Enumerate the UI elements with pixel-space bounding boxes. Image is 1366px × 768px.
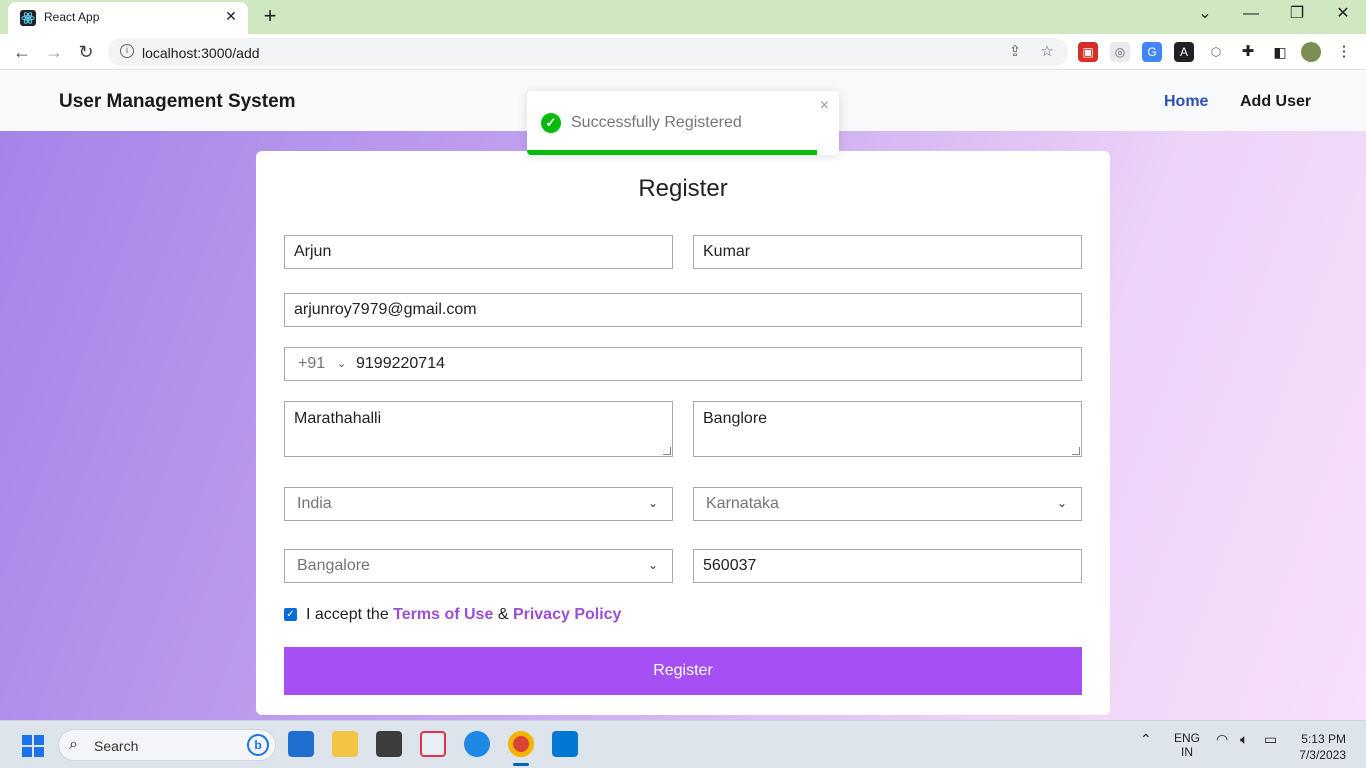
nav-link-home[interactable]: Home <box>1164 93 1208 111</box>
shield-icon[interactable]: ⬡ <box>1206 42 1226 62</box>
toast-progress-bar <box>527 150 818 155</box>
minimize-icon[interactable]: — <box>1236 4 1266 24</box>
clock[interactable]: 5:13 PM 7/3/2023 <box>1294 731 1346 763</box>
phone-input[interactable]: +91 ⌄ 9199220714 <box>284 347 1082 381</box>
register-button[interactable]: Register <box>284 647 1082 695</box>
chevron-down-icon[interactable]: ⌄ <box>337 348 346 380</box>
back-icon[interactable]: ← <box>10 40 34 64</box>
new-tab-icon[interactable]: + <box>258 4 282 28</box>
terms-label: I accept the Terms of Use & Privacy Poli… <box>306 606 621 624</box>
state-select[interactable]: Karnataka ⌄ <box>693 487 1082 521</box>
extension-icon[interactable]: ▣ <box>1078 42 1098 62</box>
resize-handle-icon[interactable] <box>1072 447 1080 455</box>
app-brand[interactable]: User Management System <box>59 91 296 113</box>
chevron-down-icon: ⌄ <box>1056 496 1068 510</box>
browser-toolbar: ← → ↻ i localhost:3000/add ⇪ ☆ ▣ ◎ G A ⬡… <box>0 34 1366 70</box>
language-indicator[interactable]: ENG IN <box>1174 731 1200 759</box>
translate-icon[interactable]: G <box>1142 42 1162 62</box>
region-code: IN <box>1181 745 1193 759</box>
puzzle-icon[interactable]: ✚ <box>1238 42 1258 62</box>
terms-checkbox[interactable]: ✓ <box>284 608 297 621</box>
state-value: Karnataka <box>706 495 779 512</box>
reload-icon[interactable]: ↻ <box>74 40 98 64</box>
success-toast: ✓ Successfully Registered × <box>527 91 839 155</box>
battery-icon[interactable]: ▭ <box>1264 731 1277 748</box>
browser-tab[interactable]: React App ✕ <box>8 2 248 34</box>
side-panel-icon[interactable]: ◧ <box>1270 42 1290 62</box>
city-select[interactable]: Bangalore ⌄ <box>284 549 673 583</box>
last-name-input[interactable]: Kumar <box>693 235 1082 269</box>
toast-close-icon[interactable]: × <box>820 97 829 115</box>
chevron-down-icon: ⌄ <box>647 558 659 572</box>
phone-number: 9199220714 <box>356 355 445 372</box>
form-title: Register <box>638 175 728 202</box>
language-code: ENG <box>1174 731 1201 745</box>
sublime-text-icon[interactable] <box>376 731 402 757</box>
resize-handle-icon[interactable] <box>663 447 671 455</box>
tray-chevron-up-icon[interactable]: ⌃ <box>1140 731 1152 748</box>
active-app-indicator <box>513 763 529 766</box>
angular-icon[interactable]: A <box>1174 42 1194 62</box>
pincode-input[interactable]: 560037 <box>693 549 1082 583</box>
forward-icon[interactable]: → <box>42 40 66 64</box>
search-icon: ⌕ <box>69 736 78 753</box>
first-name-input[interactable]: Arjun <box>284 235 673 269</box>
address-textarea[interactable]: Marathahalli <box>284 401 673 457</box>
clock-date: 7/3/2023 <box>1299 748 1346 762</box>
edge-icon[interactable] <box>464 731 490 757</box>
address2-value: Banglore <box>703 410 768 427</box>
toast-message: Successfully Registered <box>571 114 742 131</box>
file-explorer-icon[interactable] <box>332 731 358 757</box>
taskbar-search[interactable]: ⌕ Search b <box>58 729 276 761</box>
check-circle-icon: ✓ <box>541 113 561 133</box>
clock-time: 5:13 PM <box>1301 732 1346 746</box>
email-input[interactable]: arjunroy7979@gmail.com <box>284 293 1082 327</box>
terms-of-use-link[interactable]: Terms of Use <box>393 606 493 623</box>
browser-tab-strip: React App ✕ + ⌄ — ❐ ✕ <box>0 0 1366 34</box>
nav-link-add-user[interactable]: Add User <box>1240 93 1311 111</box>
register-card: Register Arjun Kumar arjunroy7979@gmail.… <box>256 151 1110 715</box>
url-text: localhost:3000/add <box>142 45 260 61</box>
taskbar-search-label: Search <box>94 738 139 754</box>
restore-icon[interactable]: ❐ <box>1282 4 1312 24</box>
vscode-icon[interactable] <box>552 731 578 757</box>
bookmark-star-icon[interactable]: ☆ <box>1038 43 1056 61</box>
windows-taskbar: ⌕ Search b ⌃ ENG IN ◠ 🔈︎ ▭ 5:13 PM 7/3/2… <box>0 720 1366 768</box>
address2-textarea[interactable]: Banglore <box>693 401 1082 457</box>
volume-icon[interactable]: 🔈︎ <box>1240 731 1248 748</box>
address-value: Marathahalli <box>294 410 382 427</box>
windows-start-icon[interactable] <box>22 735 44 757</box>
menu-kebab-icon[interactable]: ⋮ <box>1334 42 1354 62</box>
tab-search-chevron-icon[interactable]: ⌄ <box>1190 4 1220 24</box>
country-value: India <box>297 495 332 512</box>
country-select[interactable]: India ⌄ <box>284 487 673 521</box>
tab-close-icon[interactable]: ✕ <box>222 8 240 25</box>
terms-prefix: I accept the <box>306 606 389 623</box>
store-icon[interactable] <box>288 731 314 757</box>
bing-icon[interactable]: b <box>247 734 269 756</box>
extension-icon[interactable]: ◎ <box>1110 42 1130 62</box>
tab-title: React App <box>44 10 100 24</box>
city-value: Bangalore <box>297 557 370 574</box>
chevron-down-icon: ⌄ <box>647 496 659 510</box>
privacy-policy-link[interactable]: Privacy Policy <box>513 606 622 623</box>
share-icon[interactable]: ⇪ <box>1006 43 1024 61</box>
react-icon <box>20 10 36 26</box>
chrome-icon[interactable] <box>508 731 534 757</box>
terms-ampersand: & <box>497 606 509 623</box>
close-window-icon[interactable]: ✕ <box>1328 4 1358 24</box>
wifi-icon[interactable]: ◠ <box>1216 731 1228 748</box>
address-bar[interactable]: i localhost:3000/add ⇪ ☆ <box>108 38 1068 66</box>
avatar[interactable] <box>1301 42 1321 62</box>
country-code-select[interactable]: +91 <box>298 348 325 380</box>
snipping-tool-icon[interactable] <box>420 731 446 757</box>
site-info-icon[interactable]: i <box>120 44 134 58</box>
